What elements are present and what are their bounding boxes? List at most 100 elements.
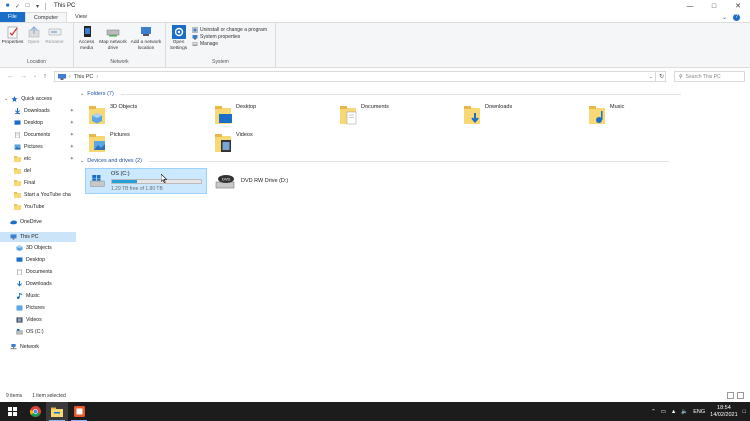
address-dropdown-icon[interactable]: ⌄ [649,74,653,80]
back-arrow-icon[interactable]: ← [7,73,14,80]
address-bar[interactable]: › This PC › ⌄ [54,71,666,82]
clock[interactable]: 18:54 14/02/2021 [710,405,738,418]
drive-c-label: OS (C:) [111,170,130,177]
taskbar-recorder[interactable] [68,402,90,421]
nav-quick-documents[interactable]: Documents ✦ [14,130,76,140]
nav-pc-music[interactable]: Music [16,291,76,301]
pin-icon: ✦ [69,132,74,138]
3d-objects-icon [16,245,23,251]
nav-pc-desktop[interactable]: Desktop [16,255,76,265]
manage-button[interactable]: Manage [192,41,267,47]
ribbon: Properties Open Rename Location Access m… [0,22,750,68]
details-view-icon[interactable] [727,392,734,399]
tab-view[interactable]: View [67,12,95,22]
folder-music[interactable]: Music [588,104,624,126]
taskbar-chrome[interactable] [24,402,46,421]
system-properties-button[interactable]: System properties [192,34,267,40]
search-icon: ⚲ [679,73,683,80]
battery-icon[interactable]: ▭ [661,409,666,415]
location-group-label: Location [27,59,46,65]
tab-computer[interactable]: Computer [24,12,68,22]
nav-quick-downloads[interactable]: Downloads ✦ [14,106,76,116]
tab-file[interactable]: File [0,12,25,22]
system-tray: ⌃ ▭ ▲ 🔈 ENG 18:54 14/02/2021 □ [651,402,746,421]
window-title: This PC [54,3,76,9]
nav-quick-etc[interactable]: etc ✦ [14,154,76,164]
nav-quick-youtube[interactable]: YouTube [14,202,76,212]
folder-desktop[interactable]: Desktop [214,104,256,126]
nav-quick-youtube-channel[interactable]: Start a YouTube cha [14,190,76,200]
folder-3d-objects[interactable]: 3D Objects [88,104,137,126]
customize-quick-access-icon[interactable]: ▾ [34,3,41,10]
file-explorer-icon [51,407,63,417]
documents-icon [15,132,20,138]
nav-quick-access[interactable]: ⌄ Quick access [4,94,76,104]
folder-pictures[interactable]: Pictures [88,132,130,154]
minimize-icon[interactable]: — [678,0,702,12]
nav-pc-documents[interactable]: Documents [16,267,76,277]
large-icons-view-icon[interactable] [737,392,744,399]
close-icon[interactable]: ✕ [726,0,750,12]
collapse-ribbon-icon[interactable]: ⌄ [722,14,727,21]
pictures-folder-icon [89,134,105,152]
volume-icon[interactable]: 🔈 [681,409,688,415]
music-icon [16,293,23,299]
nav-pc-videos[interactable]: Videos [16,315,76,325]
navigation-pane: ⌄ Quick access Downloads ✦ Desktop ✦ Doc… [0,90,76,385]
nav-pc-os-c[interactable]: OS (C:) [16,327,76,337]
drive-os-c[interactable]: OS (C:) 1.29 TB free of 1.80 TB [85,168,207,194]
devices-section-header[interactable]: ⌄ Devices and drives (2) [80,157,669,165]
new-folder-quick-icon[interactable]: □ [24,3,31,10]
nav-quick-final[interactable]: Final [14,178,76,188]
chrome-icon [29,406,41,417]
notifications-icon[interactable]: □ [743,409,746,415]
refresh-icon[interactable]: ↻ [655,71,667,82]
desktop-folder-icon [215,106,232,124]
folder-icon [14,180,21,186]
downloads-folder-icon [464,106,480,124]
nav-quick-desktop[interactable]: Desktop ✦ [14,118,76,128]
drive-c-free-space: 1.29 TB free of 1.80 TB [111,185,163,192]
nav-network[interactable]: Network [10,342,76,352]
nav-quick-del[interactable]: del [14,166,76,176]
network-icon [10,344,17,350]
uninstall-program-button[interactable]: Uninstall or change a program [192,27,267,33]
folder-documents[interactable]: Documents [339,104,389,126]
collapse-chevron-icon: ⌄ [80,158,85,164]
nav-pc-3d-objects[interactable]: 3D Objects [16,243,76,253]
folder-downloads[interactable]: Downloads [463,104,512,126]
up-arrow-icon[interactable]: ↑ [43,73,47,80]
clock-date: 14/02/2021 [710,411,738,418]
input-language[interactable]: ENG [693,409,705,415]
folder-icon [14,168,21,174]
start-button[interactable] [0,402,24,421]
folder-videos[interactable]: Videos [214,132,253,154]
recent-locations-icon[interactable]: ⌄ [33,73,37,80]
title-separator [45,2,46,10]
maximize-icon[interactable]: □ [702,0,726,12]
collapse-chevron-icon: ⌄ [80,91,85,97]
uninstall-icon [192,27,198,33]
drive-icon [16,329,23,335]
properties-quick-icon[interactable]: ✓ [14,3,21,10]
downloads-icon [16,281,23,287]
desktop-icon [16,257,23,262]
system-group-label: System [212,59,229,65]
search-placeholder: Search This PC [685,73,721,80]
folders-section-header[interactable]: ⌄ Folders (7) [80,90,681,98]
help-icon[interactable]: ? [733,13,740,21]
item-count: 9 items [6,393,23,399]
properties-icon [7,26,18,39]
show-hidden-icons-icon[interactable]: ⌃ [651,409,656,415]
nav-pc-pictures[interactable]: Pictures [16,303,76,313]
wifi-icon[interactable]: ▲ [671,409,676,415]
forward-arrow-icon[interactable]: → [20,73,27,80]
nav-this-pc[interactable]: This PC [0,232,76,242]
content-pane: ⌄ Folders (7) 3D Objects Desktop Documen… [80,90,750,380]
nav-pc-downloads[interactable]: Downloads [16,279,76,289]
search-input[interactable]: ⚲ Search This PC [674,71,745,82]
nav-onedrive[interactable]: OneDrive [10,217,76,227]
drive-dvd-d[interactable]: DVD DVD RW Drive (D:) [211,170,292,192]
nav-quick-pictures[interactable]: Pictures ✦ [14,142,76,152]
taskbar-file-explorer[interactable] [46,402,68,421]
